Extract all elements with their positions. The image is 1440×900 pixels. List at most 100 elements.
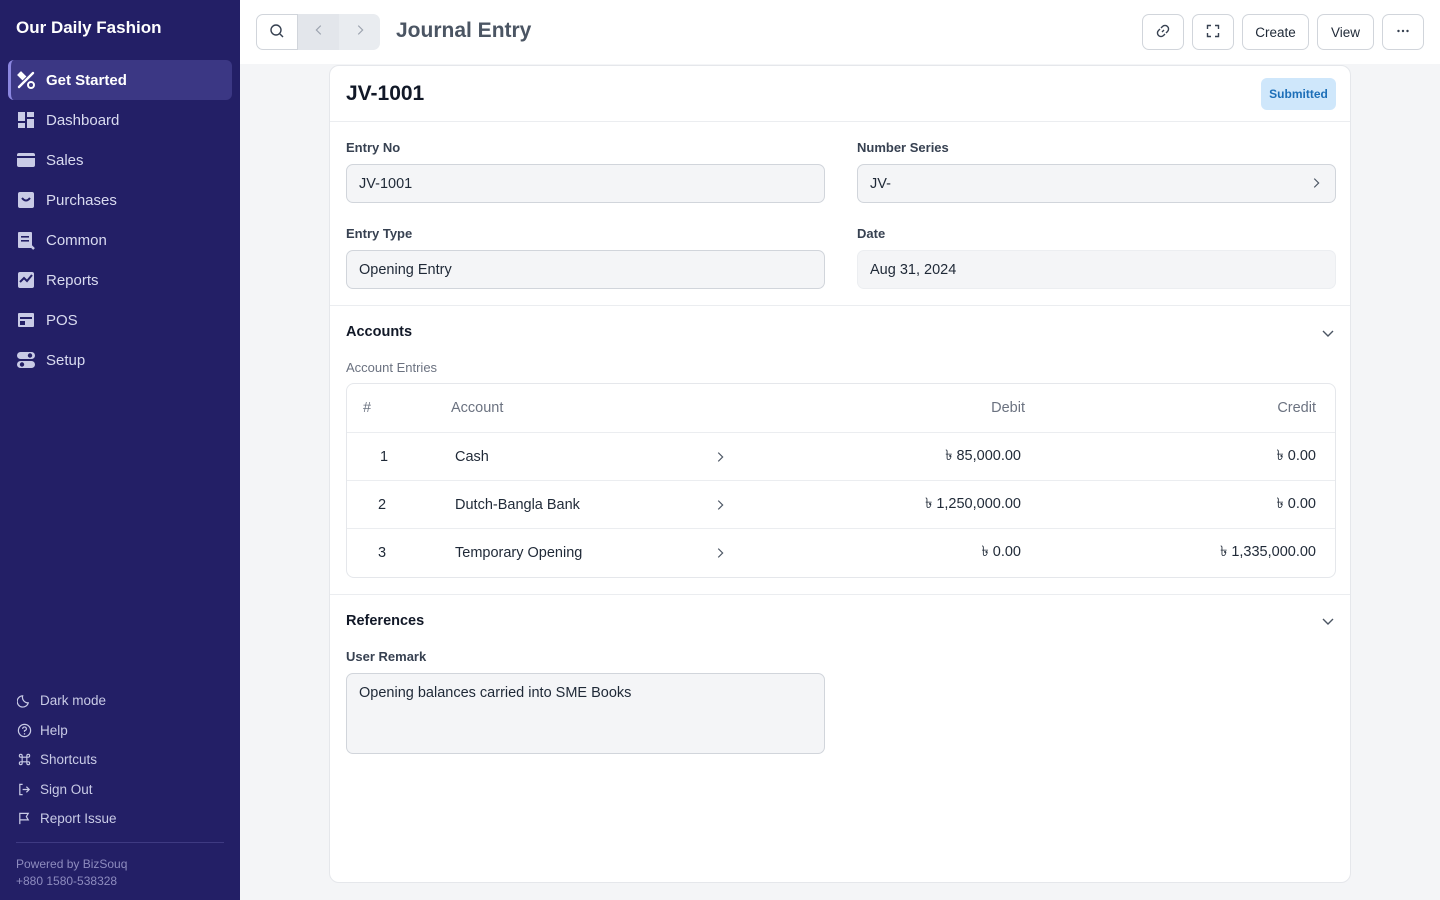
- view-button[interactable]: View: [1317, 14, 1374, 50]
- number-series-label: Number Series: [857, 140, 949, 155]
- setup-icon: [16, 350, 36, 370]
- fullscreen-button[interactable]: [1192, 14, 1234, 50]
- pos-icon: [16, 310, 36, 330]
- history-nav: [298, 14, 380, 50]
- sidebar-item-label: Purchases: [46, 191, 117, 209]
- back-button[interactable]: [298, 14, 339, 50]
- sidebar-item-label: Sales: [46, 151, 84, 169]
- ellipsis-icon: [1395, 23, 1411, 42]
- help-link[interactable]: Help: [16, 716, 224, 746]
- chevron-down-icon[interactable]: [1320, 613, 1336, 629]
- expand-icon: [1205, 23, 1221, 42]
- document-title: JV-1001: [346, 82, 425, 105]
- table-header: # Account Debit Credit: [347, 384, 1335, 432]
- account-entries-label: Account Entries: [346, 360, 438, 375]
- sidebar-item-label: Dashboard: [46, 111, 120, 129]
- search-button[interactable]: [256, 14, 298, 50]
- row-credit[interactable]: ৳ 0.00: [1277, 433, 1316, 481]
- sidebar-item-label: POS: [46, 311, 78, 329]
- chevron-right-icon[interactable]: [713, 450, 727, 464]
- forward-button[interactable]: [339, 14, 380, 50]
- link-icon: [1155, 23, 1171, 42]
- help-icon: [16, 722, 32, 738]
- header-divider: [330, 121, 1350, 122]
- more-options-button[interactable]: [1382, 14, 1424, 50]
- row-debit[interactable]: ৳ 1,250,000.00: [925, 481, 1021, 529]
- sidebar-item-get-started[interactable]: Get Started: [8, 60, 232, 100]
- row-debit[interactable]: ৳ 0.00: [982, 529, 1021, 577]
- command-icon: [16, 752, 32, 768]
- row-account[interactable]: Dutch-Bangla Bank: [455, 481, 580, 529]
- chevron-right-icon[interactable]: [713, 546, 727, 560]
- dashboard-icon: [16, 110, 36, 130]
- sidebar-item-label: Setup: [46, 351, 86, 369]
- tools-icon: [16, 70, 36, 90]
- column-header-debit: Debit: [991, 400, 1025, 416]
- date-label: Date: [857, 226, 886, 241]
- entry-type-select[interactable]: Opening Entry: [346, 250, 825, 289]
- sidebar-item-common[interactable]: Common: [8, 220, 232, 260]
- entry-no-field[interactable]: JV-1001: [346, 164, 825, 203]
- brand-name: Our Daily Fashion: [16, 18, 162, 37]
- sidebar-item-sales[interactable]: Sales: [8, 140, 232, 180]
- sidebar: Our Daily Fashion Get Started Dashboard …: [0, 0, 240, 900]
- row-number: 1: [380, 449, 389, 465]
- entry-no-label: Entry No: [346, 140, 401, 155]
- sidebar-item-label: Reports: [46, 271, 99, 289]
- sidebar-item-reports[interactable]: Reports: [8, 260, 232, 300]
- table-row[interactable]: 3 Temporary Opening ৳ 0.00 ৳ 1,335,000.0…: [347, 528, 1335, 576]
- column-header-num: #: [363, 400, 372, 416]
- chevron-left-icon: [312, 23, 326, 42]
- reports-icon: [16, 270, 36, 290]
- references-section-title: References: [346, 613, 425, 629]
- common-icon: [16, 230, 36, 250]
- sign-out-link[interactable]: Sign Out: [16, 775, 224, 805]
- date-field[interactable]: Aug 31, 2024: [857, 250, 1336, 289]
- chevron-right-icon: [1313, 178, 1320, 188]
- row-account[interactable]: Cash: [455, 433, 489, 481]
- section-divider: [330, 594, 1350, 595]
- sidebar-item-dashboard[interactable]: Dashboard: [8, 100, 232, 140]
- entry-type-label: Entry Type: [346, 226, 413, 241]
- sidebar-item-label: Get Started: [46, 71, 127, 89]
- row-number: 3: [378, 545, 387, 561]
- row-number: 2: [378, 497, 387, 513]
- row-credit[interactable]: ৳ 0.00: [1277, 481, 1316, 529]
- search-icon: [269, 23, 285, 42]
- create-button[interactable]: Create: [1242, 14, 1309, 50]
- table-row[interactable]: 2 Dutch-Bangla Bank ৳ 1,250,000.00 ৳ 0.0…: [347, 480, 1335, 528]
- dark-mode-link[interactable]: Dark mode: [16, 686, 224, 716]
- sidebar-item-pos[interactable]: POS: [8, 300, 232, 340]
- section-divider: [330, 305, 1350, 306]
- number-series-field[interactable]: JV-: [857, 164, 1336, 203]
- shortcuts-link[interactable]: Shortcuts: [16, 745, 224, 775]
- sidebar-divider: [16, 842, 224, 843]
- row-credit[interactable]: ৳ 1,335,000.00: [1220, 529, 1316, 577]
- sidebar-item-purchases[interactable]: Purchases: [8, 180, 232, 220]
- chevron-right-icon[interactable]: [713, 498, 727, 512]
- chevron-right-icon: [353, 23, 367, 42]
- status-badge: Submitted: [1261, 78, 1336, 110]
- flag-icon: [16, 811, 32, 827]
- sidebar-nav: Get Started Dashboard Sales Purchases Co…: [8, 60, 232, 380]
- user-remark-textarea[interactable]: Opening balances carried into SME Books: [346, 673, 825, 754]
- topbar: Journal Entry Create View: [240, 0, 1440, 64]
- sales-icon: [16, 150, 36, 170]
- purchases-icon: [16, 190, 36, 210]
- column-header-account: Account: [451, 400, 504, 416]
- row-debit[interactable]: ৳ 85,000.00: [945, 433, 1021, 481]
- chevron-down-icon[interactable]: [1320, 325, 1336, 341]
- powered-by: Powered by BizSouq +880 1580-538328: [16, 857, 128, 888]
- sidebar-item-label: Common: [46, 231, 107, 249]
- table-row[interactable]: 1 Cash ৳ 85,000.00 ৳ 0.00: [347, 432, 1335, 480]
- sidebar-bottom-links: Dark mode Help Shortcuts Sign Out Report…: [16, 686, 224, 834]
- accounts-section-title: Accounts: [346, 324, 413, 340]
- column-header-credit: Credit: [1277, 400, 1316, 416]
- moon-icon: [16, 693, 32, 709]
- report-issue-link[interactable]: Report Issue: [16, 804, 224, 834]
- copy-link-button[interactable]: [1142, 14, 1184, 50]
- page-title: Journal Entry: [396, 19, 532, 42]
- row-account[interactable]: Temporary Opening: [455, 529, 582, 577]
- sidebar-item-setup[interactable]: Setup: [8, 340, 232, 380]
- user-remark-label: User Remark: [346, 649, 427, 664]
